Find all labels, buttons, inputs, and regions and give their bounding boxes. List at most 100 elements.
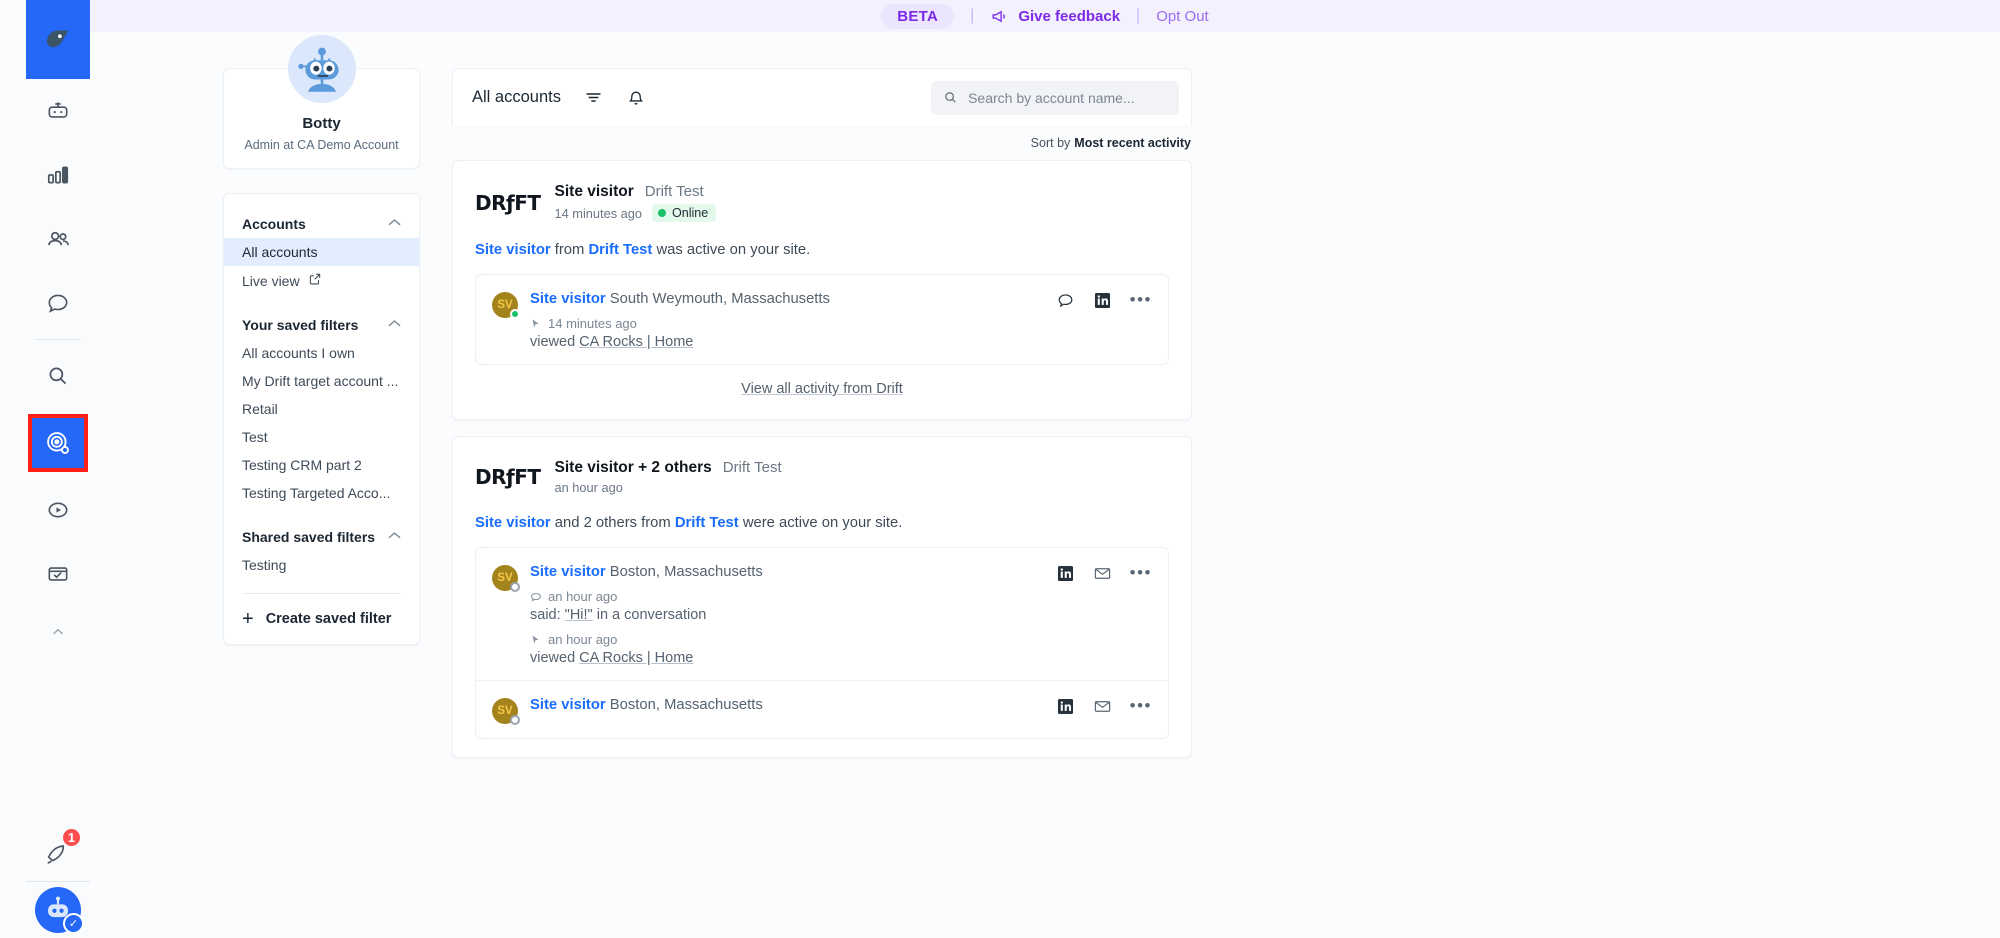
filter-group-accounts: Accounts All accounts Live view (224, 208, 419, 295)
main-column: All accounts (452, 68, 1192, 774)
sidebar-item-test[interactable]: Test (224, 423, 419, 451)
sidebar-item-all-accounts-i-own[interactable]: All accounts I own (224, 339, 419, 367)
page-view-icon (530, 634, 542, 646)
filter-group-your-saved-filters: Your saved filters All accounts I own My… (224, 309, 419, 507)
sidebar-item-collapse[interactable] (26, 606, 90, 658)
event-time: 14 minutes ago (548, 316, 637, 331)
mail-icon[interactable] (1093, 564, 1112, 583)
more-icon[interactable]: ••• (1130, 568, 1152, 578)
filter-item-label: My Drift target account ... (242, 373, 398, 389)
left-column: Botty Admin at CA Demo Account Accounts (223, 68, 420, 645)
account-card[interactable]: DRƒFT Site visitor Drift Test 14 minutes… (452, 160, 1192, 420)
event-target[interactable]: "Hi!" (565, 607, 593, 623)
drift-wordmark-icon: DRƒFT (475, 465, 541, 489)
bot-icon (45, 98, 71, 124)
opt-out-button[interactable]: Opt Out (1156, 8, 1209, 25)
visitor-name[interactable]: Site visitor (530, 564, 606, 580)
activity-event: 14 minutes ago viewed CA Rocks | Home (530, 316, 1152, 350)
give-feedback-button[interactable]: Give feedback (990, 7, 1120, 26)
activity-event: an hour ago viewed CA Rocks | Home (530, 632, 1152, 666)
sidebar-item-testing-targeted-accounts[interactable]: Testing Targeted Acco... (224, 479, 419, 507)
event-target[interactable]: CA Rocks | Home (579, 650, 693, 666)
filter-item-label: All accounts (242, 244, 317, 260)
give-feedback-label: Give feedback (1018, 8, 1120, 25)
chevron-up-icon (49, 623, 67, 641)
account-org: Drift Test (723, 459, 782, 476)
page-title: All accounts (472, 88, 561, 107)
summary-org-link[interactable]: Drift Test (588, 242, 652, 258)
visitor-name[interactable]: Site visitor (530, 291, 606, 307)
robot-avatar-icon (294, 41, 350, 97)
visitor-name[interactable]: Site visitor (530, 697, 606, 713)
sort-value[interactable]: Most recent activity (1074, 136, 1191, 150)
sidebar-item-retail[interactable]: Retail (224, 395, 419, 423)
filter-item-label: Testing (242, 557, 286, 573)
account-meta: Site visitor Drift Test 14 minutes ago O… (555, 183, 717, 222)
sidebar-item-video[interactable] (26, 478, 90, 542)
account-card-header: DRƒFT Site visitor + 2 others Drift Test… (475, 459, 1169, 495)
contacts-icon (45, 226, 72, 253)
filter-group-header[interactable]: Shared saved filters (224, 521, 419, 551)
create-saved-filter-button[interactable]: + Create saved filter (224, 594, 419, 630)
linkedin-icon[interactable] (1093, 291, 1112, 310)
summary-org-link[interactable]: Drift Test (675, 515, 739, 531)
sidebar-item-whats-new[interactable]: 1 (26, 825, 90, 881)
sidebar-item-bot[interactable] (26, 79, 90, 143)
left-nav-rail: 1 ✓ (26, 0, 90, 938)
profile-subtitle: Admin at CA Demo Account (236, 138, 407, 152)
list-item[interactable]: SV Site visitor South Weymouth, Massachu… (476, 275, 1168, 364)
view-all-activity-link[interactable]: View all activity from Drift (475, 365, 1169, 401)
chevron-up-icon (388, 218, 401, 230)
filter-item-label: Live view (242, 273, 300, 289)
linkedin-icon[interactable] (1056, 697, 1075, 716)
summary-visitor-link[interactable]: Site visitor (475, 242, 551, 258)
more-icon[interactable]: ••• (1130, 701, 1152, 711)
sidebar-item-search[interactable] (26, 344, 90, 408)
filter-groups: Accounts All accounts Live view (224, 208, 419, 579)
list-item[interactable]: SV Site visitor Boston, Massachusetts (476, 548, 1168, 680)
more-icon[interactable]: ••• (1130, 295, 1152, 305)
sidebar-item-my-drift-target-account[interactable]: My Drift target account ... (224, 367, 419, 395)
notifications-button[interactable] (626, 88, 646, 108)
profile-card: Botty Admin at CA Demo Account (223, 68, 420, 169)
chat-icon (530, 591, 542, 603)
filter-item-label: Testing Targeted Acco... (242, 485, 390, 501)
sidebar-item-all-accounts[interactable]: All accounts (224, 238, 419, 266)
conversation-icon (45, 290, 71, 316)
video-icon (45, 497, 71, 523)
page-view-icon (530, 318, 542, 330)
chat-icon[interactable] (1056, 291, 1075, 310)
linkedin-icon[interactable] (1056, 564, 1075, 583)
botty-launcher-button[interactable]: ✓ (26, 882, 90, 938)
account-card[interactable]: DRƒFT Site visitor + 2 others Drift Test… (452, 436, 1192, 758)
offline-status-dot (510, 582, 520, 592)
sidebar-item-reports[interactable] (26, 143, 90, 207)
sidebar-item-testing[interactable]: Testing (224, 551, 419, 579)
filter-group-header[interactable]: Accounts (224, 208, 419, 238)
sidebar-item-drift-logo[interactable] (26, 0, 90, 79)
sidebar-item-meetings[interactable] (26, 542, 90, 606)
filter-button[interactable] (583, 87, 604, 108)
list-item[interactable]: SV Site visitor Boston, Massachusetts (476, 680, 1168, 738)
sidebar-item-conversations[interactable] (26, 271, 90, 335)
account-org: Drift Test (645, 183, 704, 200)
sidebar-item-testing-crm-part-2[interactable]: Testing CRM part 2 (224, 451, 419, 479)
search-input[interactable] (968, 90, 1167, 106)
drift-wordmark-icon: DRƒFT (475, 191, 541, 215)
account-summary: Site visitor from Drift Test was active … (475, 242, 1169, 258)
sidebar-item-live-view[interactable]: Live view (224, 266, 419, 295)
mail-icon[interactable] (1093, 697, 1112, 716)
summary-visitor-link[interactable]: Site visitor (475, 515, 551, 531)
search-box[interactable] (931, 81, 1179, 115)
summary-mid: and 2 others from (551, 515, 675, 531)
visitor-list: SV Site visitor South Weymouth, Massachu… (475, 274, 1169, 365)
filter-group-header[interactable]: Your saved filters (224, 309, 419, 339)
sidebar-item-contacts[interactable] (26, 207, 90, 271)
event-prefix: viewed (530, 650, 579, 666)
profile-name: Botty (236, 115, 407, 132)
account-card-header: DRƒFT Site visitor Drift Test 14 minutes… (475, 183, 1169, 222)
account-name: Site visitor (555, 183, 634, 201)
event-target[interactable]: CA Rocks | Home (579, 334, 693, 350)
sidebar-item-target-accounts[interactable] (28, 414, 88, 472)
sort-row: Sort by Most recent activity (452, 126, 1192, 160)
